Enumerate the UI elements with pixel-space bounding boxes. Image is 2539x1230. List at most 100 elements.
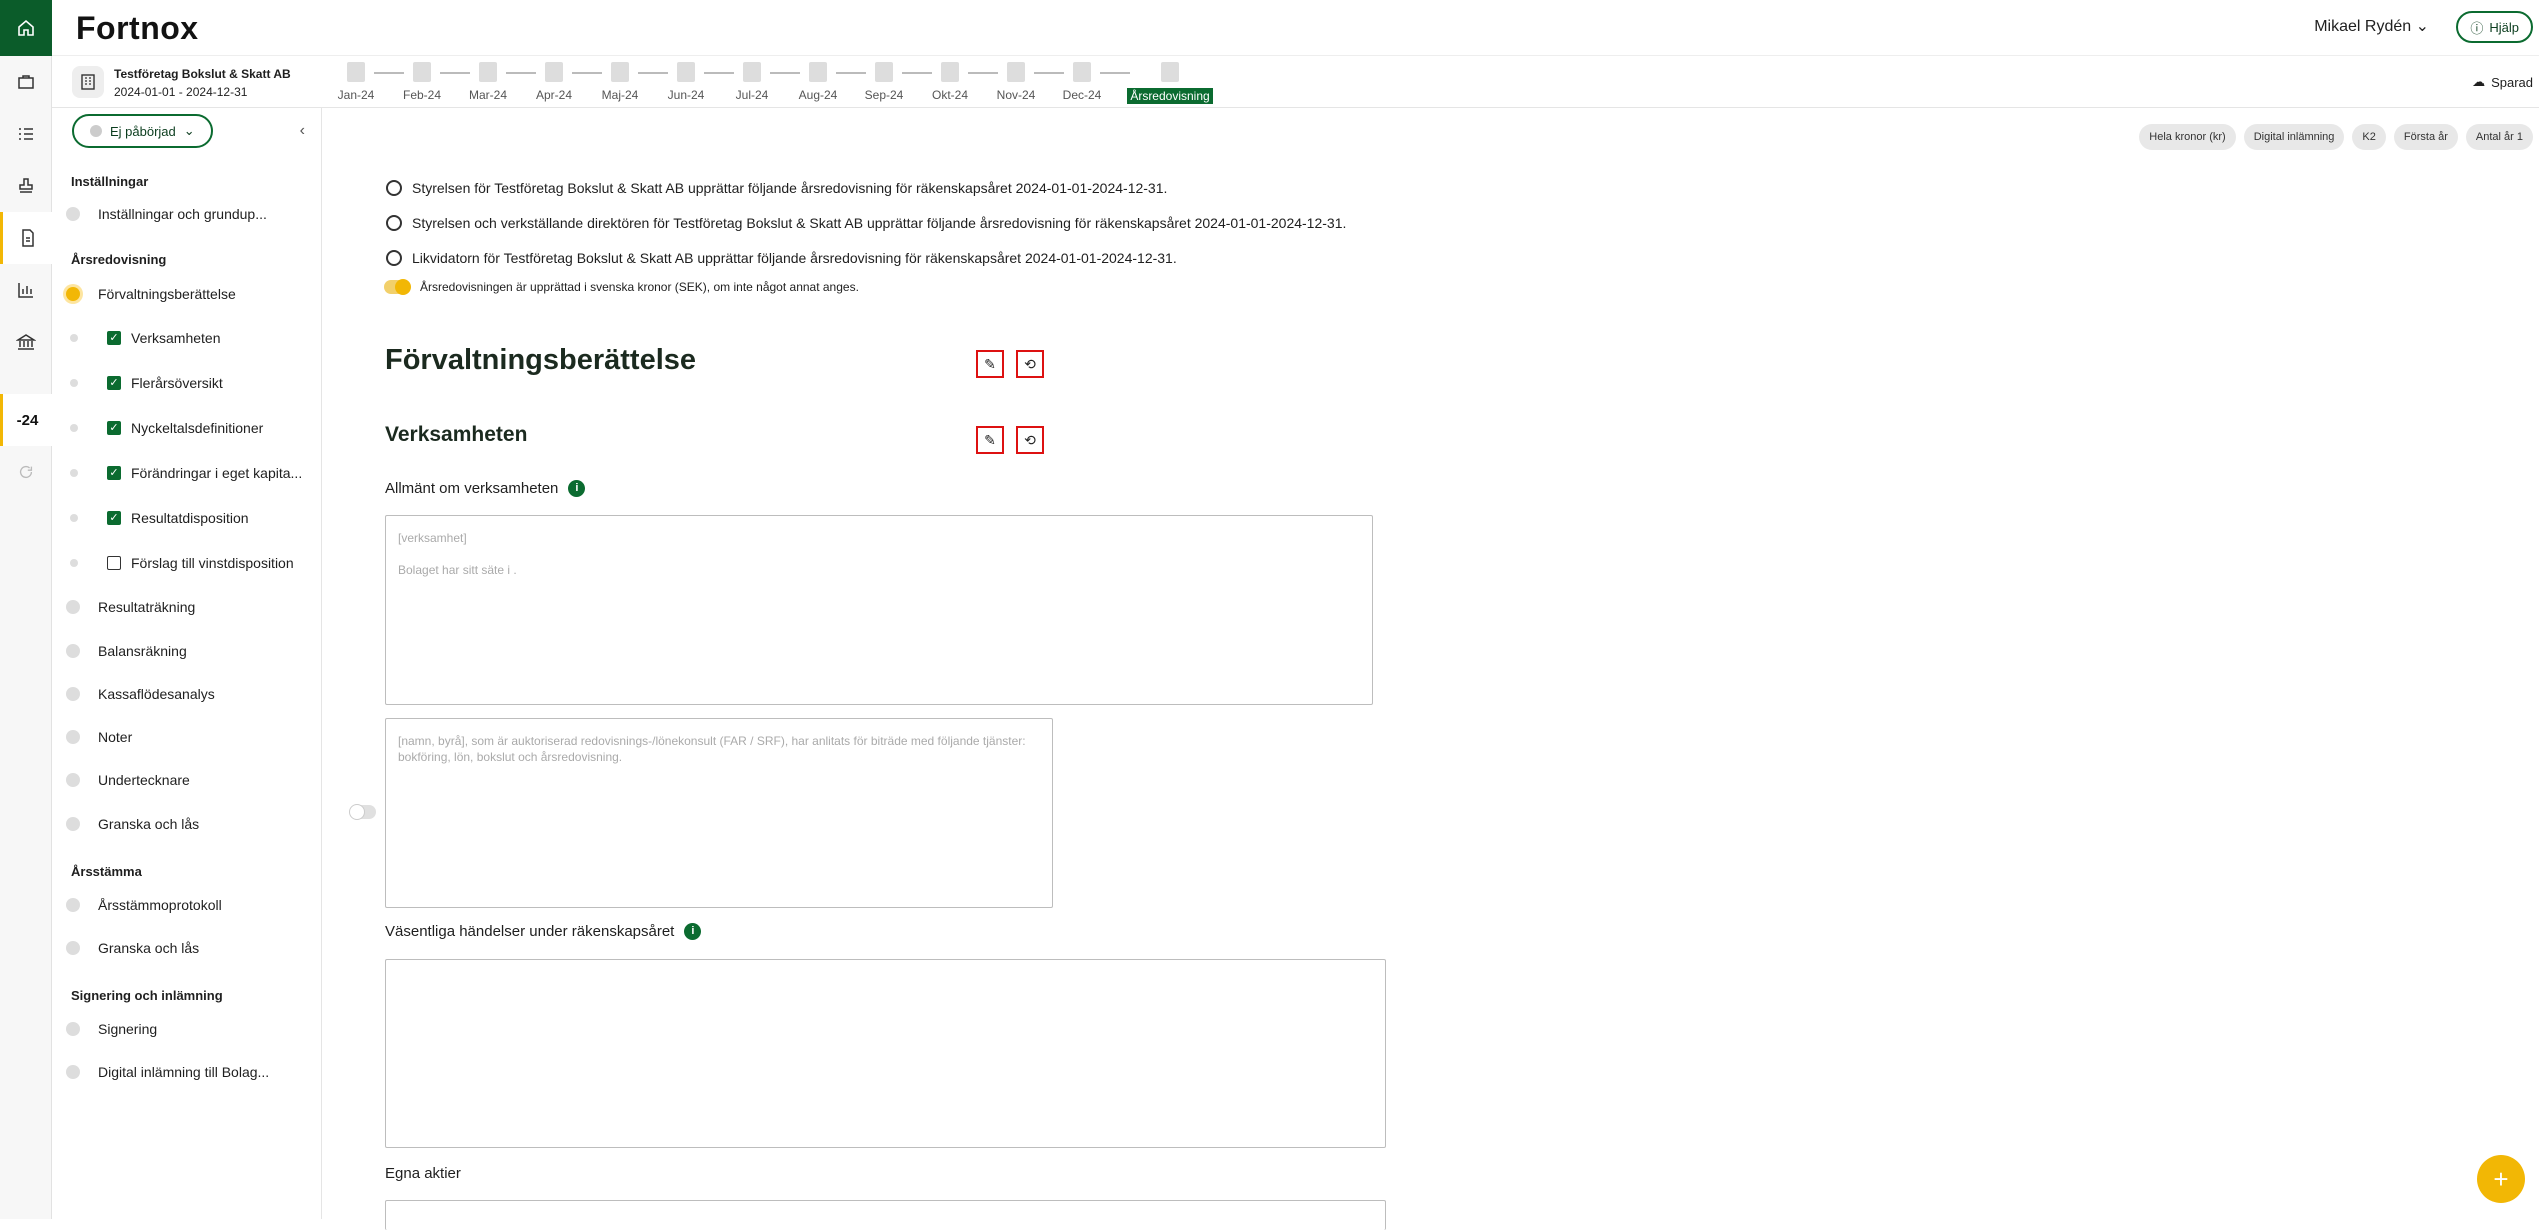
field-label-egna-aktier: Egna aktier — [385, 1165, 461, 1182]
status-label: Ej påbörjad — [110, 123, 176, 139]
info-icon[interactable]: i — [568, 480, 586, 497]
year-indicator[interactable]: -24 — [0, 394, 52, 446]
document-icon — [677, 62, 695, 82]
add-button[interactable]: + — [2477, 1155, 2525, 1203]
consultant-toggle[interactable] — [349, 804, 376, 820]
user-menu[interactable]: Mikael Rydén ⌄ — [2314, 16, 2429, 36]
month-apr[interactable]: Apr-24 — [536, 62, 572, 102]
chart-icon[interactable] — [0, 264, 52, 316]
sidebar-item-flerars[interactable]: ✓ Flerårsöversikt — [52, 369, 322, 397]
sidebar-item-nyckeltal[interactable]: ✓ Nyckeltalsdefinitioner — [52, 414, 322, 442]
report-icon[interactable] — [0, 212, 52, 264]
document-icon — [611, 62, 629, 82]
sidebar-item-resultatrakning[interactable]: Resultaträkning — [52, 593, 322, 621]
checkbox-checked: ✓ — [107, 421, 121, 435]
sidebar-item-digital-inlamning[interactable]: Digital inlämning till Bolag... — [52, 1058, 322, 1086]
status-circle-icon — [90, 125, 102, 137]
radio-button[interactable] — [386, 215, 402, 231]
info-icon[interactable]: i — [684, 923, 702, 940]
month-jul[interactable]: Jul-24 — [734, 62, 770, 102]
month-maj[interactable]: Maj-24 — [602, 62, 638, 102]
company-info[interactable]: Testföretag Bokslut & Skatt AB 2024-01-0… — [114, 65, 291, 101]
briefcase-icon[interactable] — [0, 56, 52, 108]
sidebar-item-verksamheten[interactable]: ✓ Verksamheten — [52, 324, 322, 352]
collapse-sidebar-icon[interactable]: ‹ — [300, 122, 305, 140]
history-icon[interactable]: ⟲ — [1016, 350, 1044, 378]
month-feb[interactable]: Feb-24 — [403, 62, 441, 102]
sidebar-item-granska[interactable]: Granska och lås — [52, 810, 322, 838]
sidebar-item-signering[interactable]: Signering — [52, 1015, 322, 1043]
vasentliga-textarea[interactable] — [385, 959, 1386, 1148]
sidebar-item-undertecknare[interactable]: Undertecknare — [52, 766, 322, 794]
field-label-allmant: Allmänt om verksamheten i — [385, 480, 586, 497]
page-title: Förvaltningsberättelse — [385, 344, 697, 376]
document-icon — [743, 62, 761, 82]
verksamhet-textarea[interactable]: [verksamhet] Bolaget har sitt säte i . — [385, 515, 1373, 705]
month-mar[interactable]: Mar-24 — [469, 62, 507, 102]
month-timeline: Jan-24 Feb-24 Mar-24 Apr-24 Maj-24 Jun-2… — [338, 62, 1213, 104]
month-aug[interactable]: Aug-24 — [799, 62, 837, 102]
month-dec[interactable]: Dec-24 — [1063, 62, 1101, 102]
document-icon — [1073, 62, 1091, 82]
radio-button[interactable] — [386, 180, 402, 196]
refresh-icon[interactable] — [0, 446, 52, 498]
edit-pencil-icon[interactable]: ✎ — [976, 350, 1004, 378]
tag-digital[interactable]: Digital inlämning — [2243, 124, 2345, 150]
sidebar-item-noter[interactable]: Noter — [52, 723, 322, 751]
month-jun[interactable]: Jun-24 — [668, 62, 704, 102]
tag-first-year[interactable]: Första år — [2393, 124, 2458, 150]
month-nov[interactable]: Nov-24 — [997, 62, 1035, 102]
document-icon — [347, 62, 365, 82]
edit-pencil-icon[interactable]: ✎ — [976, 426, 1004, 454]
sidebar-item-resultatdisposition[interactable]: ✓ Resultatdisposition — [52, 504, 322, 532]
checklist-icon[interactable] — [0, 108, 52, 160]
settings-tags: Hela kronor (kr) Digital inlämning K2 Fö… — [2139, 124, 2533, 150]
document-icon — [479, 62, 497, 82]
section-signering: Signering och inlämning — [71, 988, 223, 1003]
building-icon[interactable] — [72, 66, 104, 98]
document-icon — [545, 62, 563, 82]
sidebar-item-kassaflode[interactable]: Kassaflödesanalys — [52, 680, 322, 708]
sidebar-item-balansrakning[interactable]: Balansräkning — [52, 637, 322, 665]
month-sep[interactable]: Sep-24 — [865, 62, 903, 102]
consultant-textarea[interactable]: [namn, byrå], som är auktoriserad redovi… — [385, 718, 1053, 908]
home-icon[interactable] — [0, 0, 52, 56]
month-arsredovisning[interactable]: Årsredovisning — [1127, 62, 1213, 104]
stamp-icon[interactable] — [0, 160, 52, 212]
sidebar-item-stammoprotokoll[interactable]: Årsstämmoprotokoll — [52, 891, 322, 919]
sidebar-item-installningar[interactable]: Inställningar och grundup... — [52, 200, 322, 228]
chevron-down-icon: ⌄ — [183, 123, 195, 138]
section-title: Verksamheten — [385, 423, 528, 446]
radio-option-2[interactable]: Styrelsen och verkställande direktören f… — [386, 215, 1346, 231]
company-name: Testföretag Bokslut & Skatt AB — [114, 67, 291, 81]
chevron-down-icon: ⌄ — [2415, 18, 2429, 35]
bank-icon[interactable] — [0, 316, 52, 368]
tag-k2[interactable]: K2 — [2352, 124, 2386, 150]
section-arsredovisning: Årsredovisning — [71, 252, 167, 267]
tag-years[interactable]: Antal år 1 — [2465, 124, 2533, 150]
radio-button[interactable] — [386, 250, 402, 266]
status-dropdown[interactable]: Ej påbörjad ⌄ — [72, 114, 213, 148]
egna-aktier-textarea[interactable] — [385, 1200, 1386, 1230]
user-name: Mikael Rydén — [2314, 18, 2412, 35]
history-icon[interactable]: ⟲ — [1016, 426, 1044, 454]
main-content: Hela kronor (kr) Digital inlämning K2 Fö… — [322, 108, 2539, 1230]
radio-option-3[interactable]: Likvidatorn för Testföretag Bokslut & Sk… — [386, 250, 1177, 266]
radio-option-1[interactable]: Styrelsen för Testföretag Bokslut & Skat… — [386, 180, 1167, 196]
month-okt[interactable]: Okt-24 — [932, 62, 968, 102]
help-label: Hjälp — [2489, 19, 2519, 35]
sidebar-item-forslag[interactable]: Förslag till vinstdisposition — [52, 549, 322, 577]
period-bar: Testföretag Bokslut & Skatt AB 2024-01-0… — [52, 56, 2539, 108]
tag-currency[interactable]: Hela kronor (kr) — [2139, 124, 2236, 150]
month-jan[interactable]: Jan-24 — [338, 62, 374, 102]
field-label-vasentliga: Väsentliga händelser under räkenskapsåre… — [385, 923, 702, 940]
sidebar-item-forvaltning[interactable]: Förvaltningsberättelse — [52, 280, 322, 308]
section-installningar: Inställningar — [71, 174, 149, 189]
help-button[interactable]: ⓘ Hjälp — [2456, 11, 2533, 43]
currency-toggle-row: Årsredovisningen är upprättad i svenska … — [384, 279, 859, 295]
currency-toggle[interactable] — [384, 279, 411, 295]
status-dot — [66, 207, 80, 221]
fortnox-logo[interactable]: Fortnox — [76, 10, 199, 47]
sidebar-item-forandringar[interactable]: ✓ Förändringar i eget kapita... — [52, 459, 322, 487]
sidebar-item-granska-2[interactable]: Granska och lås — [52, 934, 322, 962]
